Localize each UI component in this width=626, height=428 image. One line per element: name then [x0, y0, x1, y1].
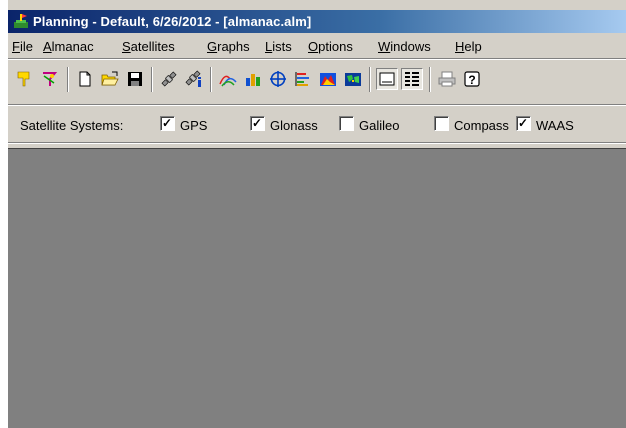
window-tiles-button[interactable] — [376, 68, 398, 90]
waas-checkbox[interactable]: ✓ — [516, 116, 531, 131]
menu-options[interactable]: Options — [308, 39, 353, 54]
world-map-detail-button[interactable] — [342, 68, 364, 90]
menu-graphs[interactable]: Graphs — [207, 39, 250, 54]
bar-chart-icon — [246, 74, 260, 86]
world-map-detail-icon — [345, 73, 361, 86]
toolbar-separator — [67, 67, 69, 92]
gps-label[interactable]: GPS — [180, 118, 207, 133]
menu-file[interactable]: File — [12, 39, 33, 54]
satellite-info-icon — [185, 70, 201, 87]
toolbar-separator — [210, 67, 212, 92]
satellite-gray-icon — [161, 71, 177, 87]
application-window: Planning - Default, 6/26/2012 - [almanac… — [0, 0, 626, 428]
print-button[interactable] — [436, 68, 458, 90]
window-tiles-icon — [379, 72, 395, 86]
visibility-chart-icon — [295, 72, 309, 86]
toolbar-separator — [429, 67, 431, 92]
galileo-checkbox[interactable] — [339, 116, 354, 131]
list-view-button[interactable] — [401, 68, 423, 90]
bar-chart-button[interactable] — [242, 68, 264, 90]
compass-checkbox[interactable] — [434, 116, 449, 131]
antenna-yellow-icon — [17, 71, 30, 87]
menu-lists[interactable]: Lists — [265, 39, 292, 54]
waas-label[interactable]: WAAS — [536, 118, 574, 133]
checkmark-icon: ✓ — [252, 116, 263, 130]
compass-label[interactable]: Compass — [454, 118, 509, 133]
app-icon — [13, 13, 29, 29]
glonass-label[interactable]: Glonass — [270, 118, 318, 133]
save-button[interactable] — [124, 68, 146, 90]
app-frame: Planning - Default, 6/26/2012 - [almanac… — [8, 0, 626, 428]
window-left-margin — [0, 0, 8, 428]
open-folder-button[interactable] — [99, 68, 121, 90]
elevation-graph-icon — [219, 75, 237, 87]
satbar-separator-line — [8, 142, 626, 144]
galileo-label[interactable]: Galileo — [359, 118, 399, 133]
help-icon: ? — [464, 71, 480, 87]
world-map-icon — [320, 73, 336, 86]
checkmark-icon: ✓ — [162, 116, 173, 130]
sky-plot-icon — [270, 71, 286, 87]
menu-satellites[interactable]: Satellites — [122, 39, 175, 54]
satellite-systems-bar: Satellite Systems: ✓ GPS ✓ Glonass Galil… — [8, 112, 626, 138]
satellite-gray-button[interactable] — [158, 68, 180, 90]
window-title: Planning - Default, 6/26/2012 - [almanac… — [33, 14, 312, 29]
toolbar-separator — [151, 67, 153, 92]
open-folder-icon — [101, 71, 119, 86]
glonass-checkbox[interactable]: ✓ — [250, 116, 265, 131]
title-bar[interactable]: Planning - Default, 6/26/2012 - [almanac… — [8, 10, 626, 33]
menu-bar: File Almanac Satellites Graphs Lists Opt… — [8, 36, 626, 56]
antenna-multicolor-button[interactable] — [39, 68, 61, 90]
satellite-info-button[interactable] — [183, 68, 205, 90]
gps-checkbox[interactable]: ✓ — [160, 116, 175, 131]
menu-help[interactable]: Help — [455, 39, 482, 54]
checkmark-icon: ✓ — [518, 116, 529, 130]
mdi-client-area[interactable] — [8, 148, 626, 428]
antenna-multicolor-icon — [43, 72, 58, 86]
print-icon — [438, 71, 456, 87]
sky-plot-button[interactable] — [267, 68, 289, 90]
new-file-icon — [79, 71, 91, 87]
save-icon — [128, 72, 142, 86]
elevation-graph-button[interactable] — [217, 68, 239, 90]
toolbar: ? — [8, 62, 626, 98]
new-file-button[interactable] — [74, 68, 96, 90]
toolbar-separator-line — [8, 104, 626, 106]
menu-almanac[interactable]: Almanac — [43, 39, 94, 54]
antenna-yellow-button[interactable] — [14, 68, 36, 90]
help-button[interactable]: ? — [461, 68, 483, 90]
svg-text:?: ? — [468, 73, 475, 87]
menu-windows[interactable]: Windows — [378, 39, 431, 54]
list-view-icon — [405, 72, 419, 86]
visibility-chart-button[interactable] — [292, 68, 314, 90]
satellite-systems-label: Satellite Systems: — [20, 118, 124, 133]
menu-separator — [8, 58, 626, 60]
world-map-button[interactable] — [317, 68, 339, 90]
toolbar-separator — [369, 67, 371, 92]
